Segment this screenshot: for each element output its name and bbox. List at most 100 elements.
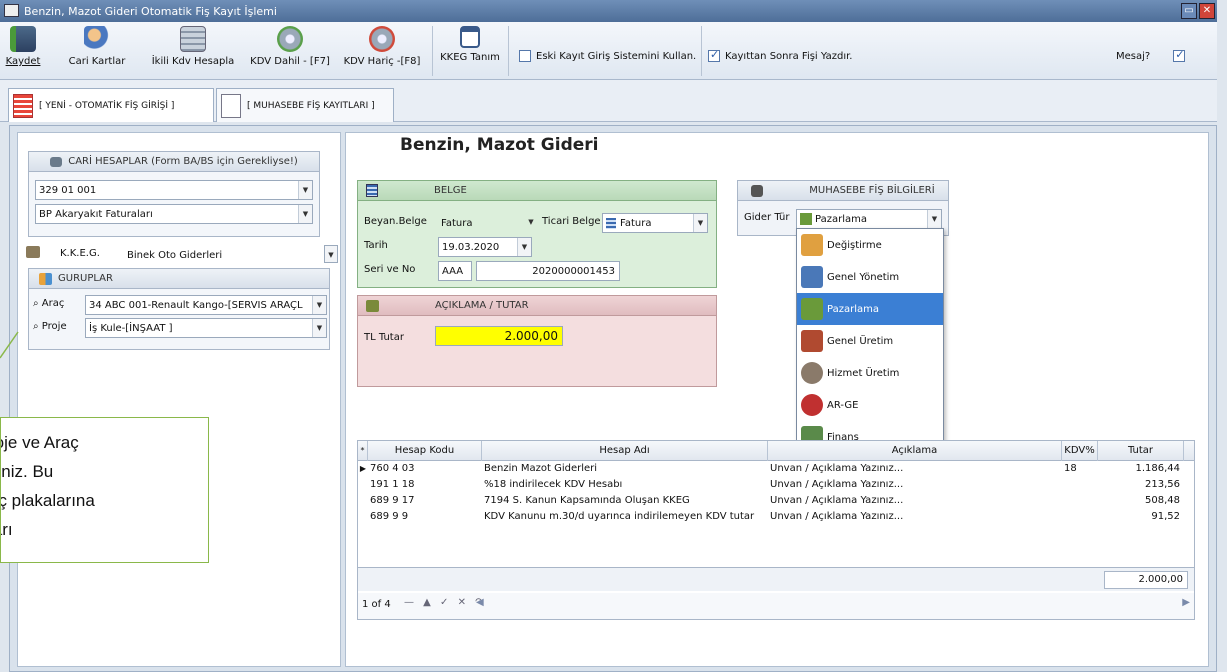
dropdown-item-pazarlama[interactable]: Pazarlama (797, 293, 943, 325)
table-row[interactable]: 689 9 17 7194 S. Kanun Kapsamında Oluşan… (358, 493, 1194, 509)
document-icon (221, 93, 241, 118)
chevron-down-icon[interactable]: ▼ (693, 214, 707, 232)
aciklama-label: AÇIKLAMA / TUTAR (435, 300, 529, 311)
belge-header: BELGE (358, 181, 716, 201)
scroll-left-icon[interactable]: ◀ (476, 597, 484, 608)
cell-hesap-kodu[interactable]: 689 9 17 (370, 493, 480, 509)
cell-hesap-adi[interactable]: 7194 S. Kanun Kapsamında Oluşan KKEG (484, 493, 766, 509)
kkeg-tanim-button[interactable]: KKEG Tanım (440, 26, 500, 76)
arac-label: Araç (41, 298, 65, 309)
kkeg-combo[interactable]: Binek Oto Giderleri ▼ (120, 245, 338, 265)
table-row[interactable]: ▶ 760 4 03 Benzin Mazot Giderleri Unvan … (358, 461, 1194, 477)
cari-code-combo[interactable]: 329 01 001 ▼ (35, 180, 313, 200)
chevron-down-icon[interactable]: ▼ (927, 210, 941, 228)
callout-note: roje ve Araç siniz. Bu aç plakalarına la… (0, 417, 209, 563)
beyan-belge-combo[interactable]: Fatura ▼ (438, 213, 538, 233)
cell-tutar[interactable]: 508,48 (1098, 493, 1180, 509)
cell-kdv[interactable] (1064, 477, 1096, 493)
fis-yazdir-checkbox[interactable]: Kayıttan Sonra Fişi Yazdır. (708, 48, 853, 62)
grid-navigator: 1 of 4 — ▲ ✓ ✕ ↷ ◀ ▶ (358, 593, 1194, 619)
cell-kdv[interactable] (1064, 509, 1096, 525)
mesaj-check-box[interactable] (1173, 48, 1186, 62)
dropdown-item-hizmet-uretim[interactable]: Hizmet Üretim (797, 357, 943, 389)
ikili-kdv-button[interactable]: İkili Kdv Hesapla (150, 26, 236, 76)
cell-tutar[interactable]: 1.186,44 (1098, 461, 1180, 477)
chevron-down-icon[interactable]: ▼ (517, 238, 531, 256)
dropdown-item-genel-yonetim[interactable]: Genel Yönetim (797, 261, 943, 293)
cell-hesap-kodu[interactable]: 191 1 18 (370, 477, 480, 493)
column-header-kdv[interactable]: KDV% (1062, 441, 1098, 461)
cell-hesap-adi[interactable]: Benzin Mazot Giderleri (484, 461, 766, 477)
minimize-button[interactable]: ▭ (1181, 3, 1197, 19)
ticari-belge-combo[interactable]: Fatura ▼ (602, 213, 708, 233)
beyan-belge-label: Beyan.Belge (364, 216, 427, 227)
cell-aciklama[interactable]: Unvan / Açıklama Yazınız... (770, 493, 1060, 509)
cubes-icon (39, 272, 52, 285)
tab-strip: [ YENİ - OTOMATİK FİŞ GİRİŞİ ] [ MUHASEB… (0, 80, 1217, 122)
dropdown-item-label: Genel Yönetim (827, 271, 900, 283)
proje-combo[interactable]: İş Kule-[İNŞAAT ] ▼ (85, 318, 327, 338)
kdv-dahil-button[interactable]: KDV Dahil - [F7] (246, 26, 334, 76)
gider-tur-combo[interactable]: Pazarlama ▼ (796, 209, 942, 229)
fis-yazdir-check-box[interactable] (708, 48, 720, 62)
chevron-down-icon[interactable]: ▼ (298, 205, 312, 223)
kdv-haric-button[interactable]: KDV Hariç -[F8] (340, 26, 424, 76)
cell-aciklama[interactable]: Unvan / Açıklama Yazınız... (770, 461, 1060, 477)
seri-input[interactable]: AAA (438, 261, 472, 281)
calculator-icon (180, 26, 206, 52)
eski-kayit-checkbox[interactable]: Eski Kayıt Giriş Sistemini Kullan. (519, 50, 696, 62)
arac-combo[interactable]: 34 ABC 001-Renault Kango-[SERVİS ARAÇL ▼ (85, 295, 327, 315)
cell-hesap-kodu[interactable]: 689 9 9 (370, 509, 480, 525)
cell-hesap-adi[interactable]: %18 indirilecek KDV Hesabı (484, 477, 766, 493)
grid-footer: 2.000,00 (358, 567, 1194, 591)
column-header-aciklama[interactable]: Açıklama (768, 441, 1062, 461)
ticari-belge-value: Fatura (620, 217, 652, 229)
cari-hesaplar-header: CARİ HESAPLAR (Form BA/BS için Gerekliys… (29, 152, 319, 172)
search-icon[interactable]: ⌕ (33, 321, 39, 332)
store-icon (800, 213, 812, 225)
chevron-down-icon[interactable]: ▼ (524, 213, 538, 231)
cell-tutar[interactable]: 213,56 (1098, 477, 1180, 493)
cell-kdv[interactable]: 18 (1064, 461, 1096, 477)
kkeg-label: K.K.E.G. (60, 248, 100, 259)
cell-kdv[interactable] (1064, 493, 1096, 509)
tl-tutar-label: TL Tutar (364, 332, 404, 343)
chevron-down-icon[interactable]: ▼ (312, 319, 326, 337)
gear-icon (277, 26, 303, 52)
column-header-tutar[interactable]: Tutar (1098, 441, 1184, 461)
cell-hesap-kodu[interactable]: 760 4 03 (370, 461, 480, 477)
chevron-down-icon[interactable]: ▼ (298, 181, 312, 199)
cari-kartlar-button[interactable]: Cari Kartlar (62, 26, 132, 76)
window-title: Benzin, Mazot Gideri Otomatik Fiş Kayıt … (24, 4, 277, 18)
table-row[interactable]: 689 9 9 KDV Kanunu m.30/d uyarınca indir… (358, 509, 1194, 525)
cell-hesap-adi[interactable]: KDV Kanunu m.30/d uyarınca indirilemeyen… (484, 509, 766, 525)
scroll-right-icon[interactable]: ▶ (1182, 597, 1190, 608)
gider-tur-dropdown: Değiştirme Genel Yönetim Pazarlama Genel… (796, 228, 944, 454)
chevron-down-icon[interactable]: ▼ (324, 245, 338, 263)
dropdown-item-ar-ge[interactable]: AR-GE (797, 389, 943, 421)
belge-no-input[interactable]: 2020000001453 (476, 261, 620, 281)
mesaj-checkbox[interactable]: Mesaj? (1116, 48, 1186, 62)
tl-tutar-input[interactable]: 2.000,00 (435, 326, 563, 346)
tab-muhasebe-fis[interactable]: [ MUHASEBE FİŞ KAYITLARI ] (216, 88, 394, 122)
cari-name-combo[interactable]: BP Akaryakıt Faturaları ▼ (35, 204, 313, 224)
chevron-down-icon[interactable]: ▼ (312, 296, 326, 314)
eski-kayit-check-box[interactable] (519, 50, 531, 62)
cell-aciklama[interactable]: Unvan / Açıklama Yazınız... (770, 509, 1060, 525)
tarih-label: Tarih (364, 240, 388, 251)
dropdown-item-degistirme[interactable]: Değiştirme (797, 229, 943, 261)
search-icon[interactable]: ⌕ (33, 298, 39, 309)
column-header-hesap-kodu[interactable]: Hesap Kodu (368, 441, 482, 461)
navigator-icons[interactable]: — ▲ ✓ ✕ ↷ (404, 597, 487, 608)
close-button[interactable]: ✕ (1199, 3, 1215, 19)
column-header-hesap-adi[interactable]: Hesap Adı (482, 441, 768, 461)
belge-group: BELGE Beyan.Belge Fatura ▼ Ticari Belge … (357, 180, 717, 288)
tab-yeni-otomatik[interactable]: [ YENİ - OTOMATİK FİŞ GİRİŞİ ] (8, 88, 214, 122)
cell-tutar[interactable]: 91,52 (1098, 509, 1180, 525)
tarih-date-picker[interactable]: 19.03.2020 ▼ (438, 237, 532, 257)
save-button[interactable]: Kaydet (6, 26, 40, 76)
cell-aciklama[interactable]: Unvan / Açıklama Yazınız... (770, 477, 1060, 493)
table-row[interactable]: 191 1 18 %18 indirilecek KDV Hesabı Unva… (358, 477, 1194, 493)
dropdown-item-genel-uretim[interactable]: Genel Üretim (797, 325, 943, 357)
factory-icon (801, 330, 823, 352)
